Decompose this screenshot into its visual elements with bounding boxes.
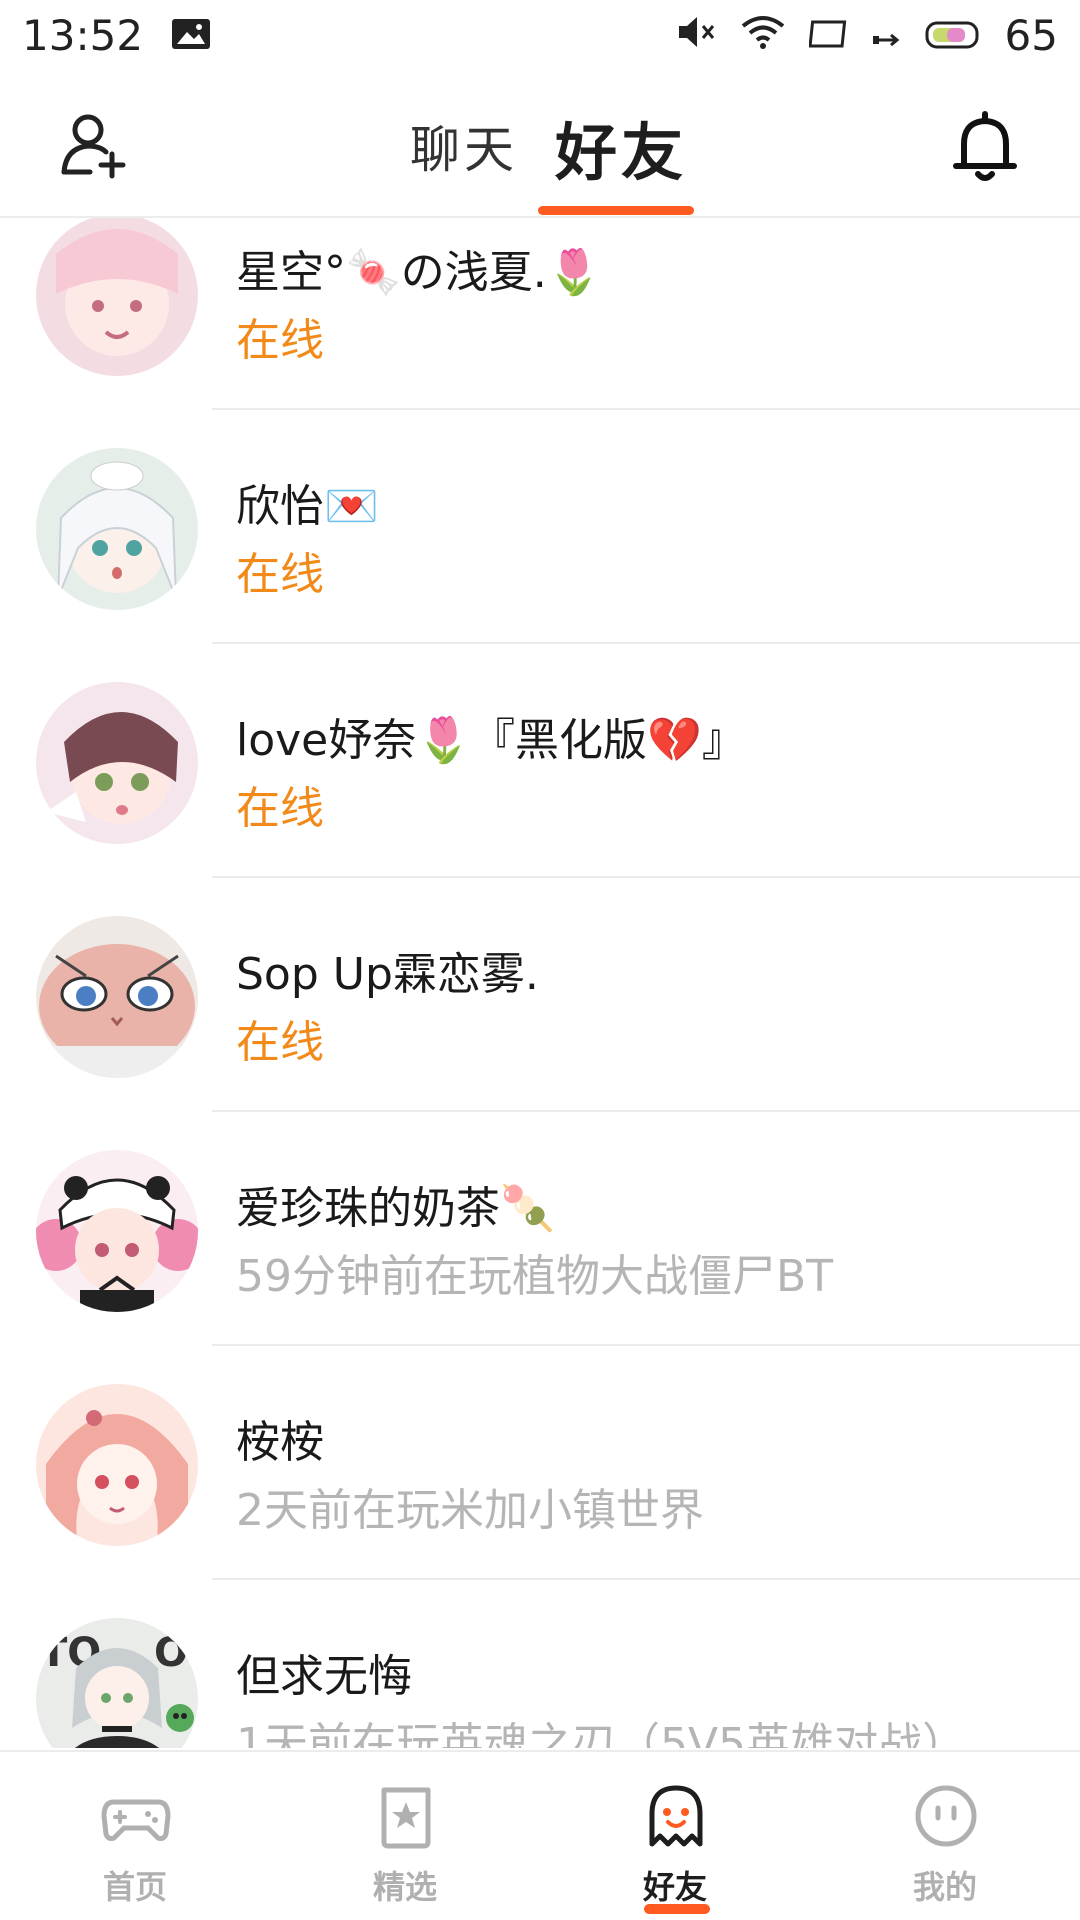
friend-name: 但求无悔 xyxy=(236,1651,412,1702)
friend-name: Sop Up霖恋雾. xyxy=(236,949,539,1000)
nav-home[interactable]: 首页 xyxy=(0,1752,270,1920)
avatar xyxy=(36,448,198,610)
avatar xyxy=(36,1150,198,1312)
svg-text:OL: OL xyxy=(154,1630,198,1676)
usb-icon xyxy=(872,11,901,60)
screen-icon xyxy=(807,11,849,60)
avatar xyxy=(36,1384,198,1546)
gamepad-icon xyxy=(100,1780,172,1852)
header-tabs: 聊天 好友 xyxy=(0,70,1080,218)
friend-name: 爱珍珠的奶茶🍡 xyxy=(236,1183,555,1234)
avatar xyxy=(36,218,198,376)
bottom-nav: 首页 精选 好友 我的 xyxy=(0,1750,1080,1920)
friend-status: 在线 xyxy=(236,549,324,600)
avatar: TOOL xyxy=(36,1618,198,1748)
tab-chat[interactable]: 聊天 xyxy=(410,110,518,182)
status-bar: 13:52 65 xyxy=(0,0,1080,70)
active-tab-indicator xyxy=(538,206,694,215)
friend-status: 在线 xyxy=(236,783,324,834)
bell-icon[interactable] xyxy=(950,108,1020,184)
friend-status: 59分钟前在玩植物大战僵尸BT xyxy=(236,1251,834,1302)
ghost-icon xyxy=(640,1780,712,1852)
friend-name: love妤奈🌷『黑化版💔』 xyxy=(236,715,746,766)
friend-row[interactable]: TOOL 但求无悔 1天前在玩英魂之刃（5V5英雄对战） xyxy=(0,1580,1080,1748)
wifi-icon xyxy=(741,11,785,60)
friend-status: 在线 xyxy=(236,1017,324,1068)
nav-label: 好友 xyxy=(642,1868,707,1906)
friend-row[interactable]: 星空°🍬の浅夏.🌷 在线 xyxy=(0,218,1080,410)
friend-row[interactable]: 欣怡💌 在线 xyxy=(0,410,1080,644)
screen: 13:52 65 聊天 好友 星空°🍬の浅夏.🌷 在线 欣怡💌 在线 love妤… xyxy=(0,0,1080,1920)
image-icon xyxy=(171,11,211,60)
friend-row[interactable]: Sop Up霖恋雾. 在线 xyxy=(0,878,1080,1112)
nav-label: 精选 xyxy=(372,1868,437,1906)
battery-level: 65 xyxy=(1004,10,1058,60)
friend-name: 星空°🍬の浅夏.🌷 xyxy=(236,247,602,298)
friend-name: 欣怡💌 xyxy=(236,481,379,532)
nav-featured[interactable]: 精选 xyxy=(270,1752,540,1920)
nav-label: 我的 xyxy=(912,1868,977,1906)
header: 聊天 好友 xyxy=(0,70,1080,218)
friend-name: 桉桉 xyxy=(236,1417,324,1468)
friend-row[interactable]: love妤奈🌷『黑化版💔』 在线 xyxy=(0,644,1080,878)
avatar xyxy=(36,682,198,844)
nav-friends[interactable]: 好友 xyxy=(540,1752,810,1920)
mute-icon xyxy=(677,11,717,60)
friend-list[interactable]: 星空°🍬の浅夏.🌷 在线 欣怡💌 在线 love妤奈🌷『黑化版💔』 在线 Sop… xyxy=(0,218,1080,1748)
star-bookmark-icon xyxy=(370,1780,442,1852)
friend-status: 在线 xyxy=(236,315,324,366)
avatar xyxy=(36,916,198,1078)
friend-row[interactable]: 爱珍珠的奶茶🍡 59分钟前在玩植物大战僵尸BT xyxy=(0,1112,1080,1346)
active-nav-indicator xyxy=(644,1904,710,1914)
battery-icon xyxy=(925,11,981,60)
face-icon xyxy=(910,1780,982,1852)
nav-label: 首页 xyxy=(102,1868,167,1906)
tab-friends[interactable]: 好友 xyxy=(555,102,687,192)
friend-status: 2天前在玩米加小镇世界 xyxy=(236,1485,704,1536)
friend-row[interactable]: 桉桉 2天前在玩米加小镇世界 xyxy=(0,1346,1080,1580)
nav-me[interactable]: 我的 xyxy=(810,1752,1080,1920)
status-time: 13:52 xyxy=(22,10,144,60)
friend-status: 1天前在玩英魂之刃（5V5英雄对战） xyxy=(236,1719,967,1748)
